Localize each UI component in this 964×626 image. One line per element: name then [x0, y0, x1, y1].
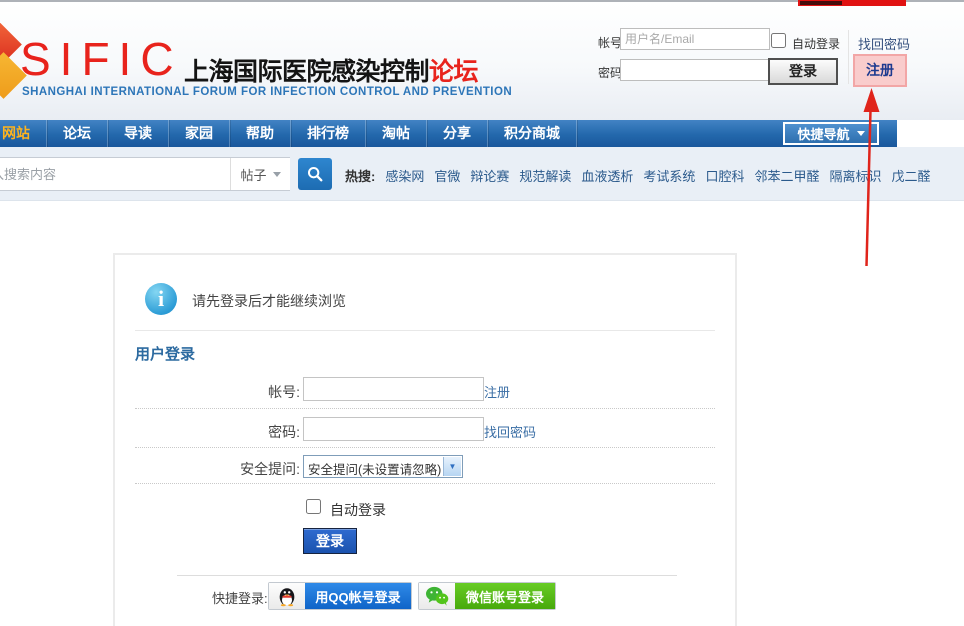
search-box: 帖子 [0, 157, 290, 191]
divider [135, 408, 715, 409]
security-question-value: 安全提问(未设置请忽略) [308, 459, 441, 478]
wechat-login-button[interactable]: 微信账号登录 [418, 582, 556, 610]
search-button[interactable] [298, 158, 332, 190]
site-title-accent: 论坛 [429, 58, 478, 86]
account-input[interactable] [303, 377, 484, 401]
login-button[interactable]: 登录 [768, 58, 838, 85]
wechat-icon [419, 583, 455, 609]
chevron-down-icon [273, 172, 281, 177]
nav-item-share[interactable]: 分享 [427, 120, 488, 147]
search-band: 帖子 热搜: 感染网 官微 辩论赛 规范解读 血液透析 考试系统 口腔科 邻苯二… [0, 147, 964, 201]
site-title-main: 上海国际医院感染控制 [184, 58, 429, 86]
register-link[interactable]: 注册 [484, 382, 510, 401]
quick-login-label: 快捷登录: [212, 588, 268, 607]
select-arrow-icon: ▼ [443, 457, 461, 476]
chevron-down-icon [857, 131, 865, 136]
account-label: 帐号: [135, 382, 300, 402]
info-icon: i [145, 283, 177, 315]
find-password-link[interactable]: 找回密码 [484, 422, 536, 441]
search-scope-dropdown[interactable]: 帖子 [230, 158, 290, 190]
search-icon [306, 165, 324, 183]
auto-login-checkbox[interactable] [306, 499, 321, 514]
search-input[interactable] [0, 158, 229, 190]
nav-item-home[interactable]: 家园 [169, 120, 230, 147]
hot-link[interactable]: 辩论赛 [470, 166, 509, 185]
login-button[interactable]: 登录 [303, 528, 357, 554]
register-link[interactable]: 注册 [866, 62, 894, 78]
annotation-register-highlight: 注册 [853, 54, 907, 87]
quick-nav-label: 快捷导航 [797, 124, 849, 143]
auto-login-label: 自动登录 [330, 500, 386, 520]
header-login-divider [848, 30, 849, 84]
search-scope-label: 帖子 [240, 165, 266, 184]
account-input[interactable] [620, 28, 770, 50]
divider [135, 483, 715, 484]
security-question-label: 安全提问: [135, 459, 300, 479]
find-password-link[interactable]: 找回密码 [858, 34, 910, 53]
hot-link[interactable]: 戊二醛 [891, 166, 930, 185]
login-notice: 请先登录后才能继续浏览 [192, 291, 346, 311]
hot-link[interactable]: 邻苯二甲醛 [754, 166, 819, 185]
qq-login-text: 用QQ帐号登录 [305, 583, 411, 609]
login-panel: i 请先登录后才能继续浏览 用户登录 帐号: 注册 密码: 找回密码 安全提问:… [113, 253, 737, 626]
hot-link[interactable]: 口腔科 [705, 166, 744, 185]
user-login-heading: 用户登录 [135, 343, 195, 364]
divider [135, 447, 715, 448]
page: SIFIC 上海国际医院感染控制论坛 SHANGHAI INTERNATIONA… [0, 0, 964, 626]
security-question-select[interactable]: 安全提问(未设置请忽略) ▼ [303, 455, 463, 478]
hot-link[interactable]: 规范解读 [519, 166, 571, 185]
nav-item-forum[interactable]: 论坛 [47, 120, 108, 147]
hot-search-row: 热搜: 感染网 官微 辩论赛 规范解读 血液透析 考试系统 口腔科 邻苯二甲醛 … [345, 166, 931, 185]
auto-login-label: 自动登录 [792, 35, 840, 52]
nav-item-help[interactable]: 帮助 [230, 120, 291, 147]
hot-link[interactable]: 感染网 [385, 166, 424, 185]
nav-item-ranking[interactable]: 排行榜 [291, 120, 366, 147]
nav-item-guide[interactable]: 导读 [108, 120, 169, 147]
password-input[interactable] [303, 417, 484, 441]
hot-link[interactable]: 官微 [434, 166, 460, 185]
annotation-top-red-bar [798, 0, 906, 6]
hot-search-label: 热搜: [345, 166, 375, 185]
divider [177, 575, 677, 576]
wechat-login-text: 微信账号登录 [455, 583, 555, 609]
header: SIFIC 上海国际医院感染控制论坛 SHANGHAI INTERNATIONA… [0, 2, 964, 120]
auto-login-checkbox[interactable] [771, 33, 786, 48]
qq-icon [269, 583, 305, 609]
nav-item-taotie[interactable]: 淘帖 [366, 120, 427, 147]
divider [135, 330, 715, 331]
password-label: 密码: [135, 422, 300, 442]
hot-link[interactable]: 隔离标识 [829, 166, 881, 185]
main-nav: 网站 论坛 导读 家园 帮助 排行榜 淘帖 分享 积分商城 [0, 120, 897, 147]
logo-brand: SIFIC [20, 32, 183, 86]
nav-item-credit-mall[interactable]: 积分商城 [488, 120, 577, 147]
hot-link[interactable]: 考试系统 [643, 166, 695, 185]
hot-link[interactable]: 血液透析 [581, 166, 633, 185]
quick-nav-button[interactable]: 快捷导航 [783, 122, 879, 145]
annotation-top-red-bar-detail [800, 1, 842, 5]
site-subtitle: SHANGHAI INTERNATIONAL FORUM FOR INFECTI… [22, 86, 512, 98]
password-input[interactable] [620, 59, 770, 81]
password-label: 密码 [598, 64, 622, 81]
site-title: 上海国际医院感染控制论坛 [184, 52, 478, 88]
nav-item-site[interactable]: 网站 [0, 120, 47, 147]
account-label: 帐号 [598, 34, 622, 51]
qq-login-button[interactable]: 用QQ帐号登录 [268, 582, 412, 610]
